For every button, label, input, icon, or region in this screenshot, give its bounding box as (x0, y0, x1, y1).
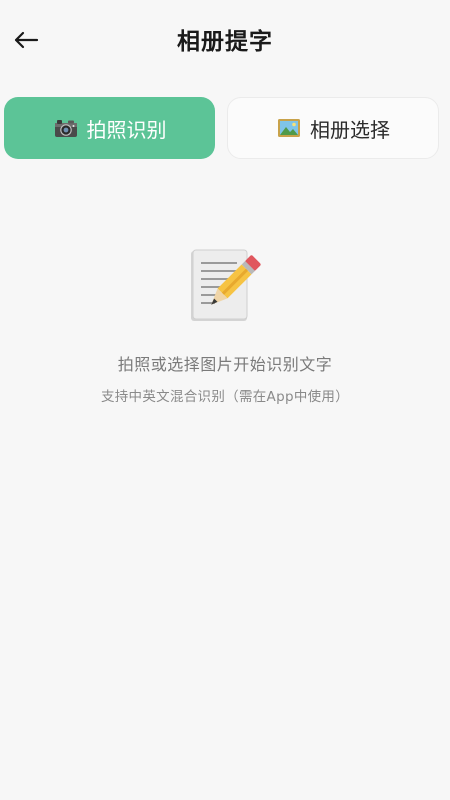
header: 相册提字 (0, 0, 450, 80)
album-select-button[interactable]: 相册选择 (227, 97, 439, 159)
empty-state-message: 拍照或选择图片开始识别文字 (117, 355, 333, 374)
screen: 相册提字 拍照识别 相册选择 拍照或选择图片开始识别文字 支持中英文混合识别（需… (0, 0, 450, 800)
camera-recognize-label: 拍照识别 (86, 117, 167, 142)
empty-state: 拍照或选择图片开始识别文字 支持中英文混合识别（需在App中使用） (0, 245, 450, 405)
album-select-label: 相册选择 (310, 117, 390, 142)
camera-icon (53, 117, 79, 139)
empty-state-submessage: 支持中英文混合识别（需在App中使用） (100, 389, 350, 405)
camera-recognize-button[interactable]: 拍照识别 (4, 97, 215, 159)
picture-icon (276, 117, 302, 139)
page-title: 相册提字 (177, 29, 273, 55)
note-pencil-icon (191, 249, 261, 321)
